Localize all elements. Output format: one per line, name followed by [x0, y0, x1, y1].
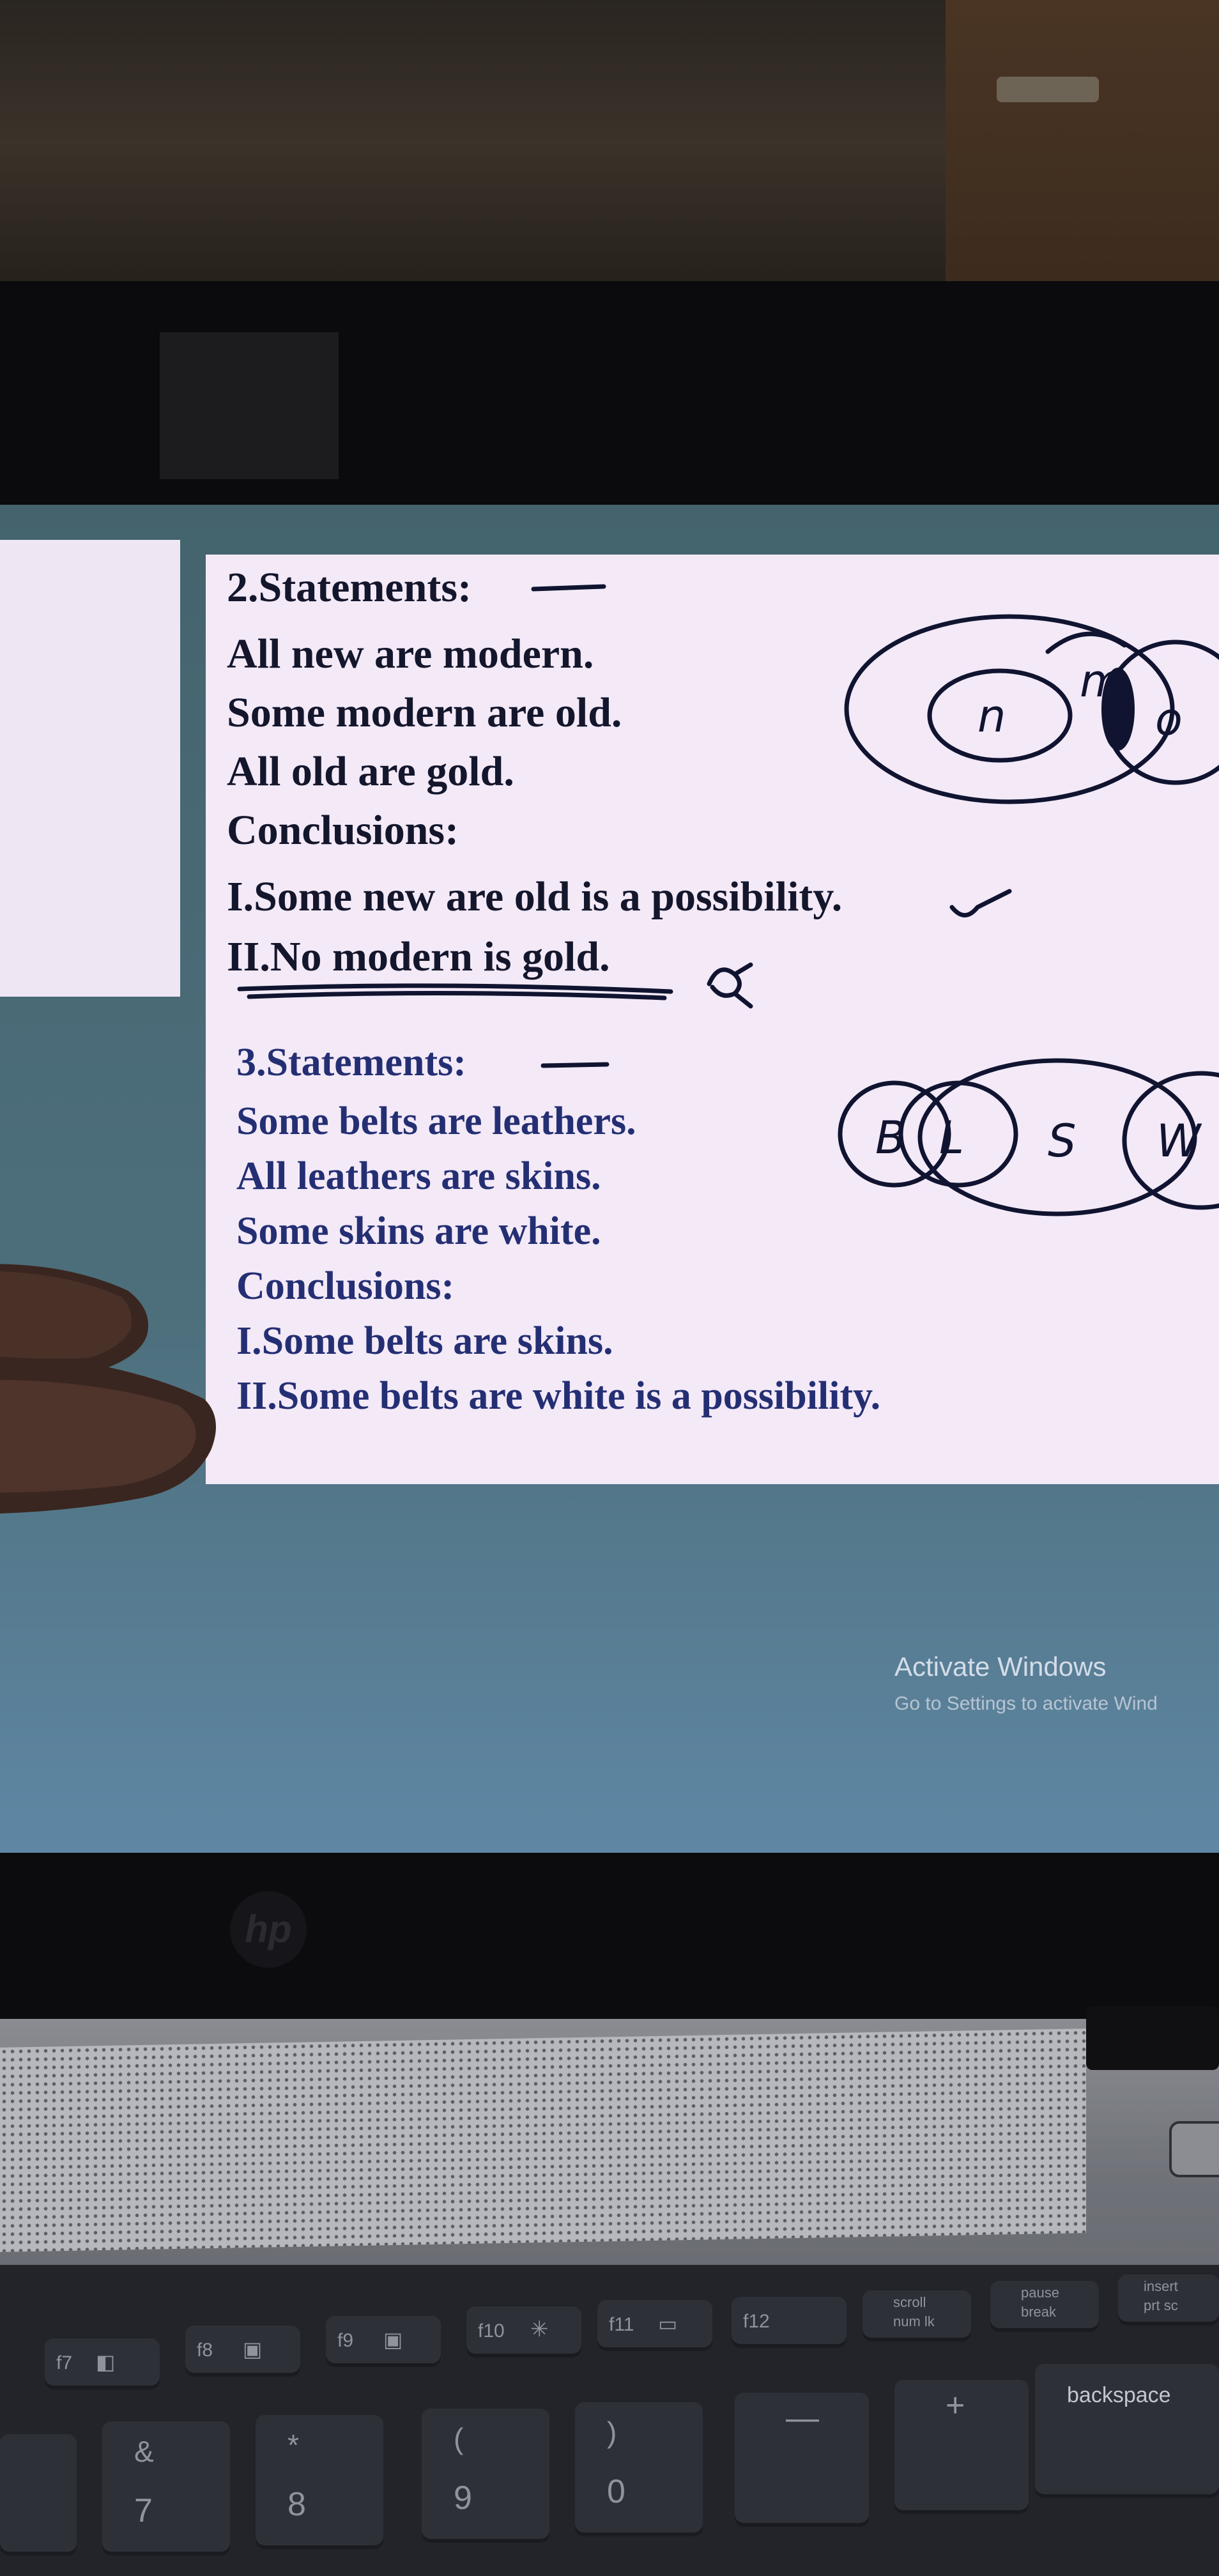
- activate-windows-title: Activate Windows: [894, 1652, 1107, 1682]
- q3-conclusion-2: II.Some belts are white is a possibility…: [236, 1374, 881, 1418]
- q2-statement-1: All new are modern.: [227, 631, 594, 677]
- finger: [0, 1264, 217, 1514]
- brightness-up-icon: ✳: [530, 2317, 549, 2342]
- q3-title: 3.Statements:: [236, 1041, 466, 1084]
- backspace-key[interactable]: backspace: [1035, 2364, 1219, 2498]
- key-f8[interactable]: f8 ▣: [185, 2326, 300, 2377]
- key-8[interactable]: * 8: [256, 2415, 383, 2549]
- key-f7[interactable]: f7 ◧: [45, 2338, 160, 2389]
- key-7[interactable]: & 7: [102, 2421, 230, 2556]
- q2-conclusion-2: II.No modern is gold.: [227, 933, 610, 980]
- hp-logo: hp: [230, 1891, 307, 1968]
- bezel-reflection: [160, 332, 339, 479]
- key-f10[interactable]: f10 ✳: [466, 2306, 581, 2358]
- speaker-icon: ◧: [96, 2350, 116, 2373]
- key-f9[interactable]: f9 ▣: [326, 2316, 441, 2367]
- door-handle: [997, 77, 1099, 102]
- key-0[interactable]: ) 0: [575, 2402, 703, 2536]
- display-icon: ▭: [658, 2312, 678, 2335]
- key-f12[interactable]: f12: [732, 2297, 847, 2348]
- q2-conclusion-1: I.Some new are old is a possibility.: [227, 873, 843, 920]
- q2-conclusions-label: Conclusions:: [227, 807, 459, 854]
- key-f11[interactable]: f11 ▭: [597, 2300, 712, 2351]
- plus-glyph: +: [946, 2387, 965, 2424]
- deck-slot: [1086, 2006, 1219, 2070]
- q2-statement-2: Some modern are old.: [227, 689, 622, 736]
- q3-statement-2: All leathers are skins.: [236, 1154, 601, 1198]
- key-minus[interactable]: —: [735, 2393, 869, 2527]
- q3-statement-1: Some belts are leathers.: [236, 1100, 636, 1143]
- laptop-hinge: [0, 1853, 1219, 2019]
- minus-glyph: —: [786, 2400, 819, 2437]
- speaker-grille: [0, 2028, 1086, 2252]
- q3-statement-3: Some skins are white.: [236, 1209, 601, 1253]
- brightness-icon: ▣: [243, 2338, 263, 2361]
- key-scroll-lock[interactable]: scroll num lk: [862, 2290, 971, 2342]
- key-insert[interactable]: insert prt sc: [1118, 2274, 1219, 2326]
- q3-conclusion-1: I.Some belts are skins.: [236, 1319, 613, 1363]
- wireless-icon: ▣: [383, 2328, 403, 2351]
- key-pause[interactable]: pause break: [990, 2281, 1099, 2332]
- power-button[interactable]: [1169, 2121, 1219, 2177]
- activate-windows-subtitle: Go to Settings to activate Wind: [894, 1693, 1158, 1714]
- key-backquote-partial[interactable]: [0, 2434, 77, 2556]
- key-9[interactable]: (9: [422, 2409, 549, 2543]
- slide-thumbnail-panel[interactable]: [0, 540, 180, 997]
- q2-statement-3: All old are gold.: [227, 748, 514, 795]
- q3-conclusions-label: Conclusions:: [236, 1264, 455, 1308]
- key-equals[interactable]: +: [894, 2380, 1029, 2514]
- q2-title: 2.Statements:: [227, 564, 472, 611]
